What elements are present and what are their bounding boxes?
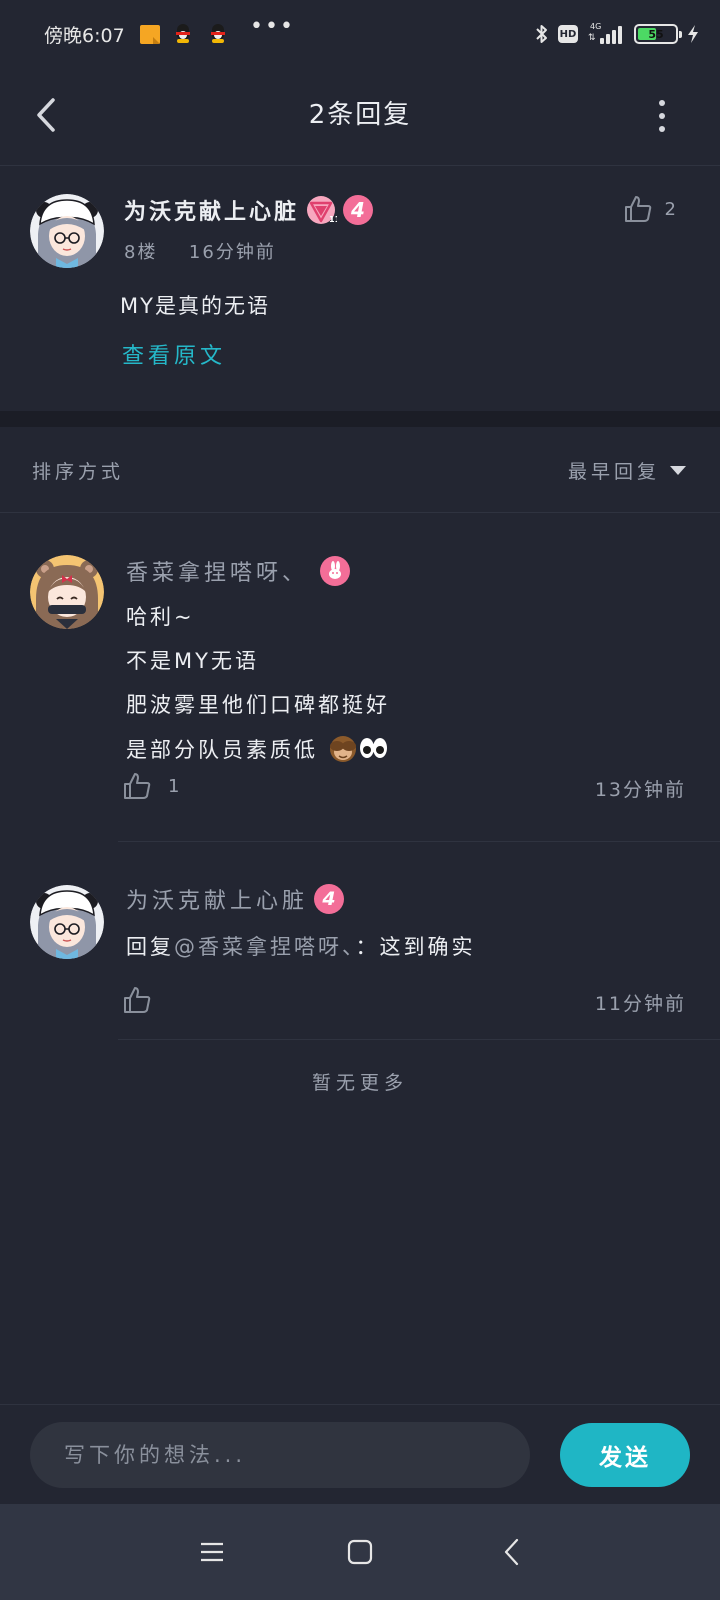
vip-badge-icon: 11 <box>307 196 337 224</box>
author-name[interactable]: 为沃克献上心脏 <box>124 194 299 226</box>
more-notifications-icon: ••• <box>250 14 295 39</box>
more-vertical-icon <box>659 100 665 106</box>
page-title: 2条回复 <box>308 100 412 130</box>
bear-girl-avatar-icon <box>30 555 104 629</box>
sort-dropdown[interactable]: 最早回复 <box>568 457 686 484</box>
reply-line: 是部分队员素质低 <box>126 738 318 762</box>
author-row: 香菜拿捏嗒呀、 <box>126 555 351 587</box>
caret-down-icon <box>670 466 686 475</box>
system-back-button[interactable] <box>488 1528 536 1576</box>
avatar[interactable] <box>30 885 104 959</box>
status-icons: HD 4G ⇅ 55 <box>534 20 700 48</box>
level-badge: 4 <box>314 884 345 914</box>
status-bar: 傍晚6:07 ••• HD 4G ⇅ 55 <box>0 0 720 68</box>
reply-item: 香菜拿捏嗒呀、 哈利~ 不是MY无语 肥波雾里他们口碑都挺好 是部分队员素质低 <box>0 513 720 843</box>
parent-comment: 为沃克献上心脏 11 4 8楼 16分钟前 2 MY是真的无语 查看原文 <box>0 166 720 411</box>
end-of-list-text: 暂无更多 <box>311 1072 408 1094</box>
like-button[interactable]: 1 <box>122 771 179 801</box>
sort-label: 排序方式 <box>32 461 125 483</box>
qq-notification-icon <box>209 24 227 44</box>
cell-signal-icon: 4G ⇅ <box>586 22 626 46</box>
reply-time: 11分钟前 <box>594 993 686 1015</box>
reply-thread-screen: 傍晚6:07 ••• HD 4G ⇅ 55 2条回复 为沃克献上心脏 1 4 8… <box>0 0 720 1600</box>
comment-composer: 发送 <box>0 1404 720 1504</box>
comment-time: 16分钟前 <box>188 242 276 263</box>
menu-icon <box>201 1542 223 1562</box>
rabbit-badge-icon <box>320 556 351 586</box>
notes-notification-icon <box>140 25 160 44</box>
hd-voice-icon: HD <box>558 25 578 43</box>
more-options-button[interactable] <box>650 98 674 134</box>
sort-bar: 排序方式 最早回复 <box>0 427 720 513</box>
thumbs-up-icon <box>124 773 151 799</box>
reply-line: 肥波雾里他们口碑都挺好 <box>126 693 390 717</box>
divider <box>118 1039 720 1040</box>
reply-text: 回复@香菜拿捏嗒呀、：这到确实 <box>126 931 476 961</box>
avatar[interactable] <box>30 555 104 629</box>
floor-number: 8楼 <box>124 242 158 263</box>
bluetooth-icon <box>536 25 547 43</box>
recent-apps-button[interactable] <box>188 1528 236 1576</box>
author-row: 为沃克献上心脏 11 4 <box>124 194 374 226</box>
like-button[interactable]: 2 <box>623 194 676 224</box>
avatar[interactable] <box>30 194 104 268</box>
like-count: 1 <box>168 775 180 797</box>
thumbs-up-icon <box>624 196 651 222</box>
thumbs-up-icon <box>124 987 151 1013</box>
author-name[interactable]: 为沃克献上心脏 <box>126 883 308 915</box>
reply-line-with-emoji: 是部分队员素质低 <box>126 733 388 764</box>
send-button[interactable]: 发送 <box>560 1423 690 1487</box>
panda-girl-avatar-icon <box>30 885 104 959</box>
reply-item: 为沃克献上心脏 4 回复@香菜拿捏嗒呀、：这到确实 11分钟前 <box>0 843 720 1041</box>
mention-link[interactable]: @香菜拿捏嗒呀、 <box>174 935 356 959</box>
level-badge: 4 <box>343 195 374 225</box>
reply-line: 哈利~ <box>126 605 195 629</box>
reply-body: ：这到确实 <box>355 935 476 959</box>
home-button[interactable] <box>336 1528 384 1576</box>
system-navigation-bar <box>0 1504 720 1600</box>
reply-line: 不是MY无语 <box>126 649 259 673</box>
like-count: 2 <box>664 198 676 220</box>
comment-text: MY是真的无语 <box>120 294 270 318</box>
home-square-icon <box>347 1539 373 1565</box>
view-original-link[interactable]: 查看原文 <box>122 338 226 370</box>
comment-input[interactable] <box>30 1422 530 1488</box>
see-no-evil-monkey-icon <box>329 736 356 762</box>
author-row: 为沃克献上心脏 4 <box>126 883 345 915</box>
divider <box>118 841 720 842</box>
like-button[interactable] <box>122 985 152 1015</box>
author-name[interactable]: 香菜拿捏嗒呀、 <box>126 555 308 587</box>
sort-selected-value: 最早回复 <box>567 461 660 483</box>
status-time: 傍晚6:07 <box>44 25 125 47</box>
reply-prefix: 回复 <box>126 935 174 959</box>
reply-time: 13分钟前 <box>594 779 686 801</box>
top-app-bar: 2条回复 <box>0 68 720 166</box>
battery-icon: 55 <box>634 24 682 44</box>
charging-bolt-icon <box>688 25 698 43</box>
svg-text:11: 11 <box>329 215 337 224</box>
qq-notification-icon <box>174 24 192 44</box>
panda-girl-avatar-icon <box>30 194 104 268</box>
chevron-left-icon <box>504 1538 519 1566</box>
section-divider <box>0 411 720 427</box>
comment-meta: 8楼 16分钟前 <box>124 238 276 264</box>
eyes-icon <box>359 738 387 758</box>
